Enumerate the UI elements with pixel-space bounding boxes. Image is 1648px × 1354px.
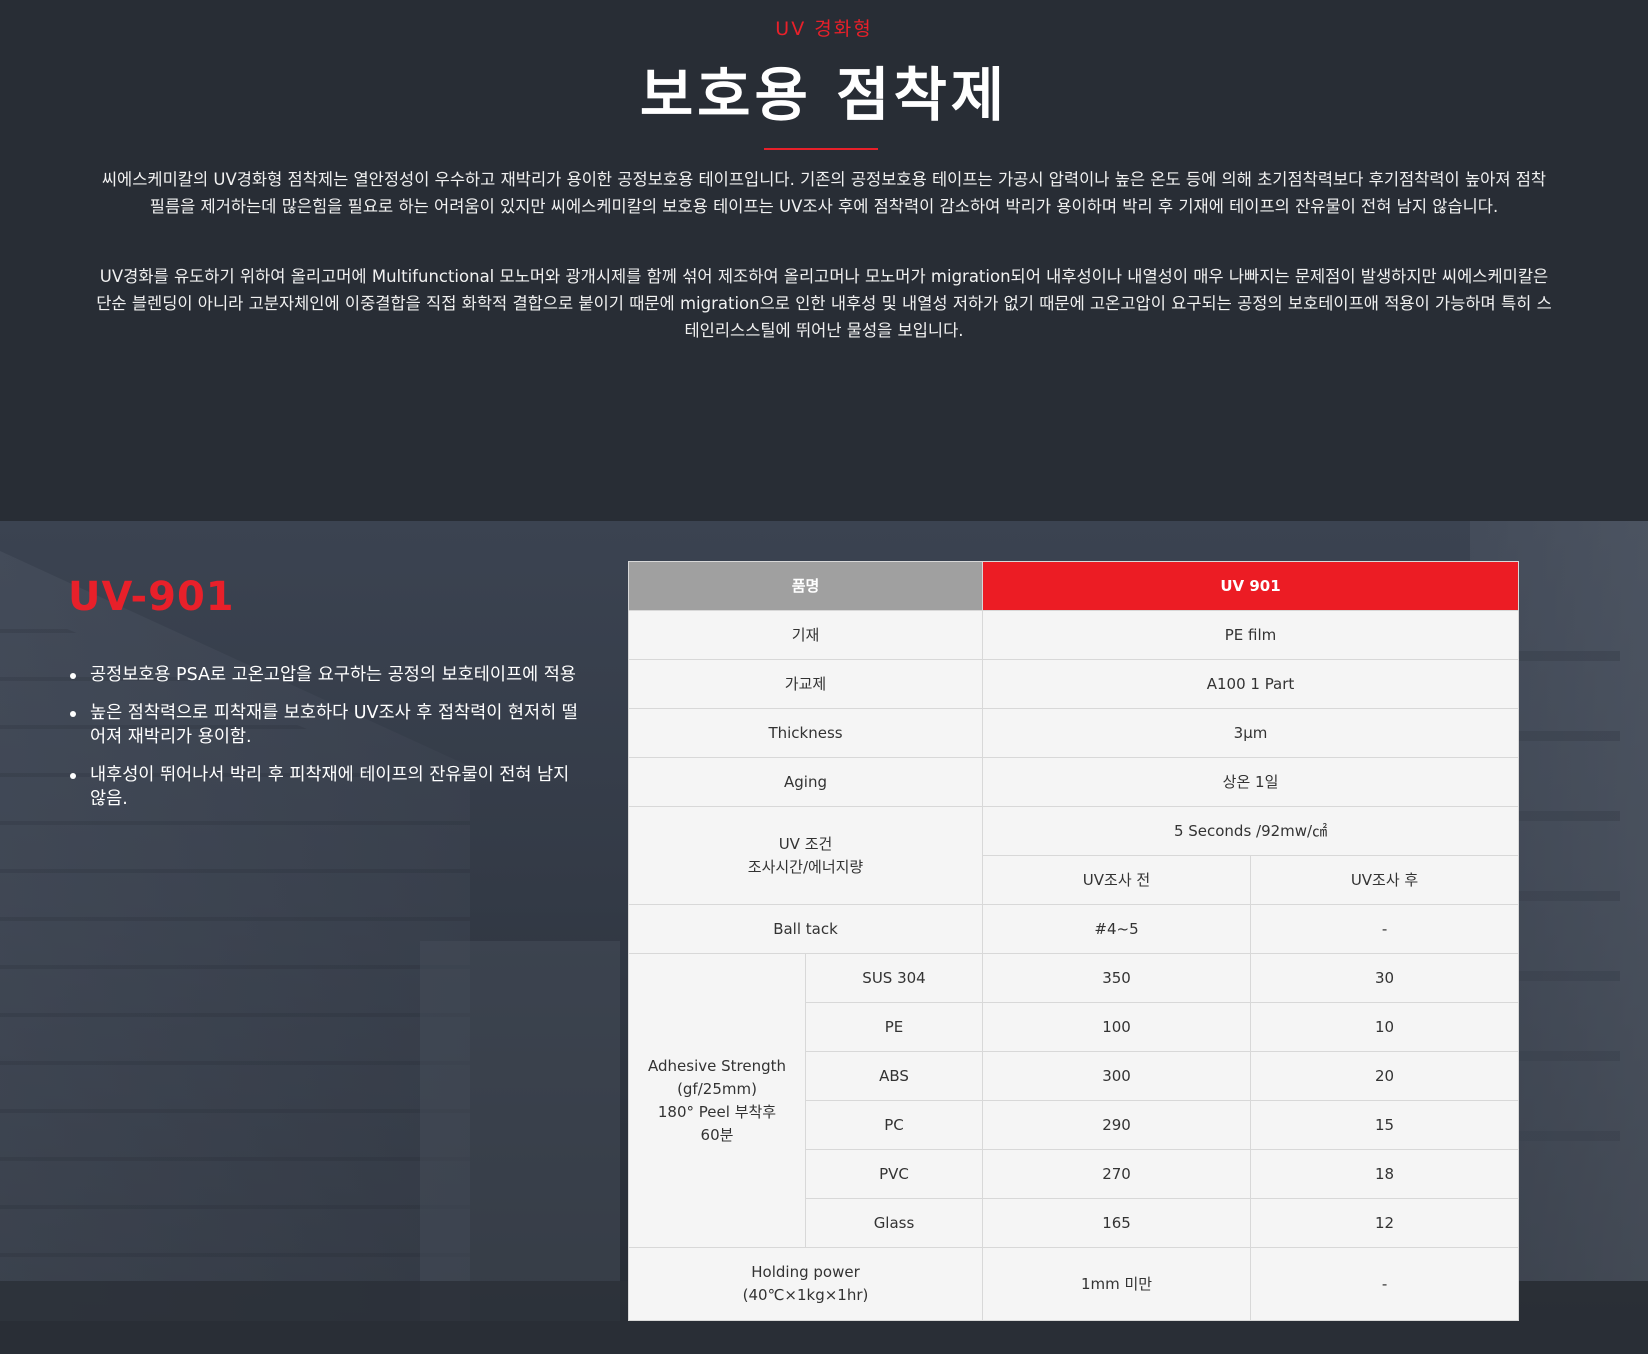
adhesive-label-line3: 180° Peel 부착후	[657, 1102, 777, 1121]
uv-condition-label-line2: 조사시간/에너지량	[747, 857, 864, 876]
before-value: 300	[982, 1051, 1252, 1101]
after-value: 12	[1250, 1198, 1520, 1248]
feature-list: 공정보호용 PSA로 고온고압을 요구하는 공정의 보호테이프에 적용 높은 점…	[68, 663, 578, 825]
section-eyebrow: UV 경화형	[775, 18, 873, 40]
after-value: 20	[1250, 1051, 1520, 1101]
before-value: 100	[982, 1002, 1252, 1052]
material-cell: ABS	[804, 1051, 984, 1101]
adhesive-label-line4: 60분	[700, 1125, 734, 1144]
table-row: Thickness 3μm	[627, 708, 1520, 758]
table-row: Aging 상온 1일	[627, 757, 1520, 807]
holding-power-label: Holding power (40℃×1kg×1hr)	[627, 1247, 984, 1321]
uv-after-header: UV조사 후	[1250, 855, 1520, 905]
intro-paragraph-1: 씨에스케미칼의 UV경화형 점착제는 열안정성이 우수하고 재박리가 용이한 공…	[101, 170, 1547, 216]
after-value: 30	[1250, 953, 1520, 1003]
table-row: Ball tack #4~5 -	[627, 904, 1520, 954]
holding-after: -	[1250, 1247, 1520, 1321]
before-value: 270	[982, 1149, 1252, 1199]
holding-label-line2: (40℃×1kg×1hr)	[742, 1286, 869, 1304]
feature-item: 내후성이 뛰어나서 박리 후 피착재에 테이프의 잔유물이 전혀 남지 않음.	[68, 763, 578, 811]
intro-section: UV 경화형 보호용 점착제 씨에스케미칼의 UV경화형 점착제는 열안정성이 …	[0, 0, 1648, 521]
before-value: 290	[982, 1100, 1252, 1150]
ball-tack-before: #4~5	[982, 904, 1252, 954]
before-value: 350	[982, 953, 1252, 1003]
uv-before-header: UV조사 전	[982, 855, 1252, 905]
row-value: A100 1 Part	[982, 659, 1520, 709]
row-label: 기재	[627, 610, 984, 660]
table-row: 가교제 A100 1 Part	[627, 659, 1520, 709]
material-cell: SUS 304	[804, 953, 984, 1003]
ball-tack-after: -	[1250, 904, 1520, 954]
before-value: 165	[982, 1198, 1252, 1248]
table-row: 기재 PE film	[627, 610, 1520, 660]
feature-item: 높은 점착력으로 피착재를 보호하다 UV조사 후 접착력이 현저히 떨어져 재…	[68, 701, 578, 749]
material-cell: PE	[804, 1002, 984, 1052]
spec-table: 품명 UV 901 기재 PE film 가교제 A100 1 Part Thi…	[627, 561, 1520, 1321]
row-label: Ball tack	[627, 904, 984, 954]
uv-condition-label: UV 조건 조사시간/에너지량	[627, 806, 984, 905]
product-model: UV-901	[68, 574, 235, 620]
table-row: Holding power (40℃×1kg×1hr) 1mm 미만 -	[627, 1247, 1520, 1321]
row-label: Thickness	[627, 708, 984, 758]
adhesive-label-line2: (gf/25mm)	[677, 1079, 757, 1098]
after-value: 15	[1250, 1100, 1520, 1150]
feature-item: 공정보호용 PSA로 고온고압을 요구하는 공정의 보호테이프에 적용	[68, 663, 578, 687]
uv-condition-label-line1: UV 조건	[778, 834, 833, 853]
intro-paragraph-2: UV경화를 유도하기 위하여 올리고머에 Multifunctional 모노머…	[96, 267, 1552, 340]
row-value: PE film	[982, 610, 1520, 660]
table-row: Adhesive Strength (gf/25mm) 180° Peel 부착…	[628, 953, 1520, 1248]
after-value: 18	[1250, 1149, 1520, 1199]
title-divider	[764, 148, 878, 150]
row-label: Aging	[627, 757, 984, 807]
material-cell: Glass	[804, 1198, 984, 1248]
row-value: 상온 1일	[982, 757, 1520, 807]
background-building-mid	[420, 941, 620, 1321]
uv-condition-value: 5 Seconds /92mw/㎠	[982, 806, 1520, 856]
table-row: UV 조건 조사시간/에너지량 5 Seconds /92mw/㎠	[627, 806, 1520, 905]
header-label-cell: 품명	[627, 561, 984, 611]
material-cell: PVC	[804, 1149, 984, 1199]
adhesive-label-line1: Adhesive Strength	[648, 1056, 786, 1075]
header-product-cell: UV 901	[982, 561, 1520, 611]
after-value: 10	[1250, 1002, 1520, 1052]
page-title: 보호용 점착제	[639, 61, 1009, 129]
table-header-row: 품명 UV 901	[627, 561, 1520, 611]
row-label: 가교제	[627, 659, 984, 709]
material-cell: PC	[804, 1100, 984, 1150]
adhesive-strength-label: Adhesive Strength (gf/25mm) 180° Peel 부착…	[628, 953, 806, 1248]
holding-label-line1: Holding power	[751, 1263, 860, 1281]
row-value: 3μm	[982, 708, 1520, 758]
holding-before: 1mm 미만	[982, 1247, 1252, 1321]
